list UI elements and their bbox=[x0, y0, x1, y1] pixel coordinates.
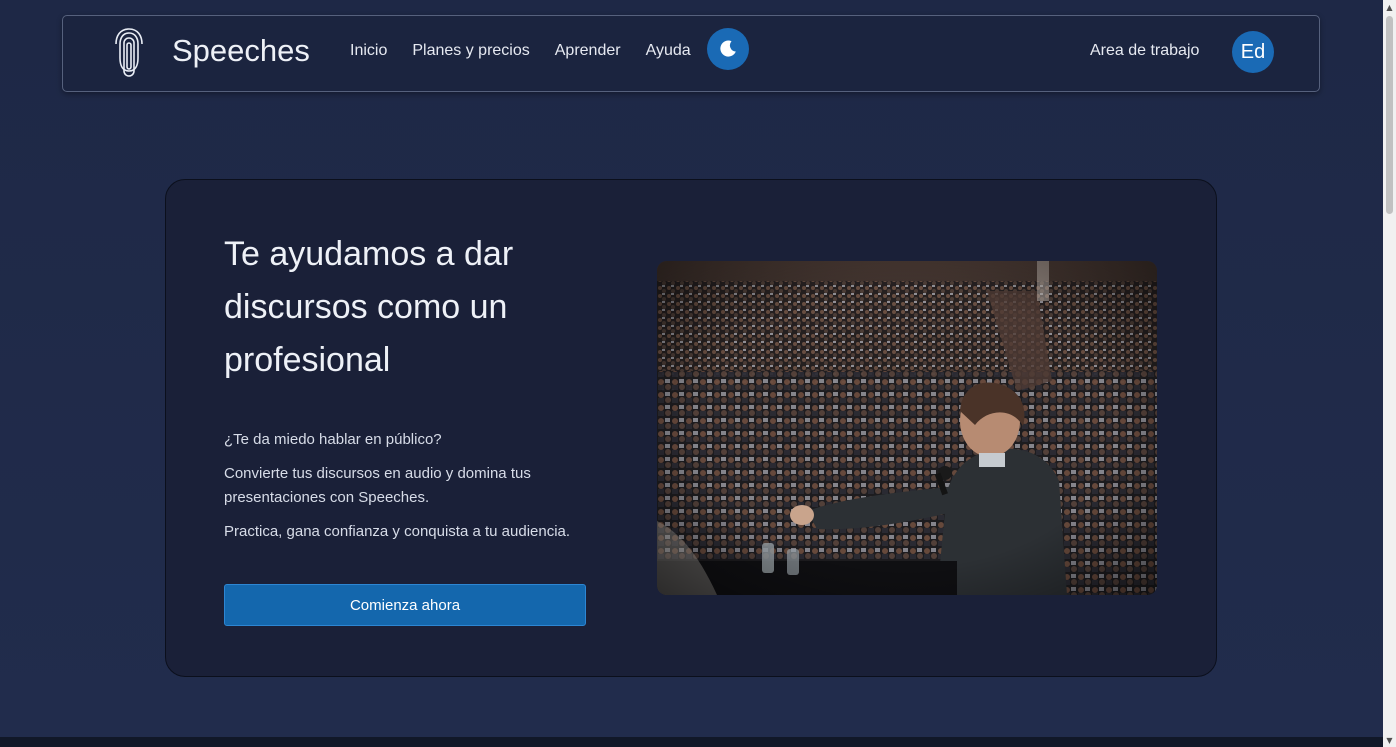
hero-paragraph-practice: Practica, gana confianza y conquista a t… bbox=[224, 523, 571, 540]
nav-link-ayuda[interactable]: Ayuda bbox=[646, 42, 691, 60]
workspace-link[interactable]: Area de trabajo bbox=[1090, 42, 1199, 60]
speaker-audience-image bbox=[657, 261, 1157, 595]
nav-link-inicio[interactable]: Inicio bbox=[350, 42, 387, 60]
top-navbar: Speeches Inicio Planes y precios Aprende… bbox=[62, 15, 1320, 92]
scroll-thumb[interactable] bbox=[1386, 16, 1393, 214]
bottom-strip bbox=[0, 737, 1383, 747]
microphone-icon[interactable] bbox=[113, 26, 145, 82]
nav-links: Inicio Planes y precios Aprender Ayuda bbox=[350, 42, 691, 60]
brand-name[interactable]: Speeches bbox=[172, 33, 310, 69]
theme-toggle-button[interactable] bbox=[707, 28, 749, 70]
hero-paragraph-audio: Convierte tus discursos en audio y domin… bbox=[224, 465, 531, 506]
vertical-scrollbar[interactable]: ▲ ▼ bbox=[1383, 0, 1396, 747]
start-now-button[interactable]: Comienza ahora bbox=[224, 584, 586, 626]
nav-link-planes[interactable]: Planes y precios bbox=[412, 42, 529, 60]
user-avatar[interactable]: Ed bbox=[1232, 31, 1274, 73]
scroll-up-arrow-icon[interactable]: ▲ bbox=[1383, 0, 1396, 14]
moon-icon bbox=[720, 40, 736, 57]
nav-link-aprender[interactable]: Aprender bbox=[555, 42, 621, 60]
page: Speeches Inicio Planes y precios Aprende… bbox=[0, 0, 1383, 747]
scroll-down-arrow-icon[interactable]: ▼ bbox=[1383, 733, 1396, 747]
hero-card: Te ayudamos a dar discursos como un prof… bbox=[165, 179, 1217, 677]
hero-question: ¿Te da miedo hablar en público? bbox=[224, 431, 442, 448]
hero-title: Te ayudamos a dar discursos como un prof… bbox=[224, 235, 514, 379]
